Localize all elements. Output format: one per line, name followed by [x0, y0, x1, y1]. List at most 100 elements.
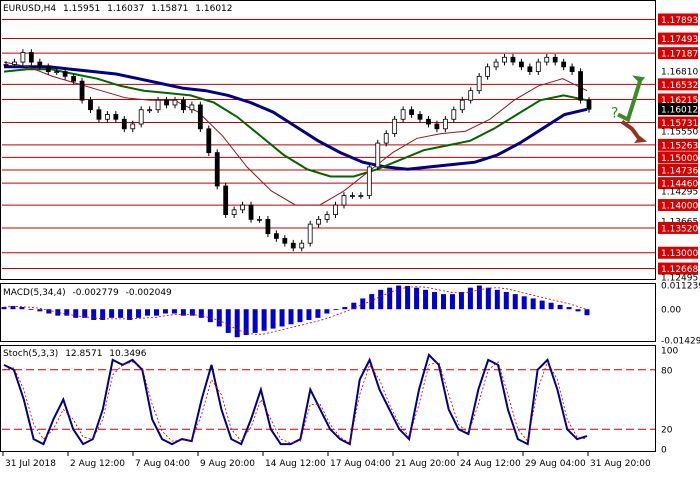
macd-bar: [369, 294, 375, 310]
candle-body: [88, 99, 93, 111]
candle-body: [434, 123, 440, 130]
macd-bar: [503, 291, 509, 310]
macd-bar: [414, 287, 420, 310]
candle-body: [578, 71, 583, 101]
macd-bar: [279, 309, 285, 327]
candle-body: [147, 109, 153, 112]
price-tick-label: 1.13520: [661, 224, 698, 234]
macd-bar: [171, 309, 177, 314]
candle-body: [257, 218, 262, 221]
stoch-tick-label: 100: [661, 347, 678, 357]
time-tick-label: 24 Aug 12:00: [460, 459, 521, 469]
candle-body: [223, 185, 229, 216]
stoch-axis: 100 80 20 0: [661, 347, 678, 456]
macd-bar: [243, 309, 249, 336]
macd-bar: [476, 285, 482, 310]
candle-body: [37, 61, 43, 68]
macd-tick-label: -0.014291: [661, 337, 700, 347]
candle-body: [333, 204, 338, 216]
candle-body: [409, 109, 414, 115]
macd-bar: [252, 309, 258, 333]
candle-body: [375, 142, 381, 168]
macd-bar: [153, 309, 159, 316]
macd-bar: [342, 307, 348, 310]
candle-body: [535, 61, 541, 72]
macd-header: MACD(5,34,4) -0.002779 -0.002049: [3, 288, 172, 298]
candle-body: [400, 109, 406, 120]
candle-body: [586, 99, 592, 110]
candle-body: [366, 166, 372, 196]
forecast-question-mark: ?: [611, 106, 618, 122]
stoch-header: Stoch(5,3,3) 12.8571 10.3496: [3, 349, 147, 359]
candle-body: [62, 71, 68, 77]
candle-body: [45, 66, 51, 72]
candle-body: [181, 99, 186, 111]
macd-bar: [216, 309, 222, 327]
macd-bar: [297, 309, 303, 323]
macd-axis: 0.011239 0.00 -0.014291: [661, 282, 700, 347]
macd-bar: [270, 309, 276, 329]
candle-body: [20, 52, 26, 63]
macd-bar: [449, 294, 455, 310]
candle-body: [71, 75, 76, 82]
macd-bar: [351, 302, 357, 310]
macd-tick-label: 0.011239: [661, 282, 700, 292]
candle-body: [3, 64, 9, 66]
candle-body: [206, 128, 212, 154]
macd-bar: [261, 309, 267, 331]
candle-body: [358, 195, 364, 197]
macd-bar: [485, 287, 491, 310]
candle-body: [552, 56, 558, 63]
macd-bar: [109, 309, 115, 318]
candle-body: [189, 104, 195, 111]
macd-bar: [315, 309, 321, 318]
macd-bar: [423, 289, 429, 310]
candle-body: [561, 61, 567, 68]
macd-bar: [46, 309, 52, 314]
candle-body: [197, 104, 203, 130]
candle-body: [28, 52, 34, 63]
candle-body: [121, 118, 127, 130]
macd-bar: [73, 309, 79, 318]
macd-bar: [440, 294, 446, 310]
macd-bar: [234, 309, 240, 338]
time-tick-label: 31 Jul 2018: [5, 459, 56, 469]
candle-body: [510, 56, 516, 63]
candle-body: [273, 233, 279, 239]
price-tick-label: 1.15550: [661, 128, 698, 138]
macd-bar: [387, 287, 393, 310]
price-tick-label: 1.14736: [661, 166, 698, 176]
macd-bar: [494, 289, 500, 310]
macd-bar: [548, 302, 554, 310]
macd-bar: [288, 309, 294, 325]
macd-bar: [118, 309, 124, 318]
macd-bar: [530, 298, 536, 310]
chart-svg: 1.178931.174931.171871.168101.165321.162…: [0, 0, 700, 469]
candle-body: [451, 109, 457, 120]
time-tick-label: 31 Aug 20:00: [590, 459, 651, 469]
macd-bar: [19, 307, 25, 310]
time-tick-label: 21 Aug 20:00: [395, 459, 456, 469]
price-tick-label: 1.14000: [661, 202, 698, 212]
candle-body: [231, 209, 237, 216]
macd-bar: [136, 309, 142, 318]
candle-body: [468, 90, 474, 101]
macd-bar: [575, 309, 581, 312]
price-tick-label: 1.16532: [661, 81, 698, 91]
macd-bar: [360, 298, 366, 310]
time-tick-label: 2 Aug 12:00: [70, 459, 125, 469]
candle-body: [12, 61, 17, 65]
macd-bar: [225, 309, 231, 333]
candle-body: [341, 195, 347, 206]
candle-body: [493, 61, 499, 68]
macd-bar: [432, 291, 438, 310]
macd-bar: [557, 304, 563, 310]
candle-body: [569, 66, 575, 72]
macd-bar: [584, 309, 590, 316]
time-tick-label: 7 Aug 04:00: [135, 459, 190, 469]
macd-bar: [405, 285, 411, 310]
candle-body: [282, 238, 288, 244]
macd-bar: [458, 291, 464, 310]
macd-bar: [333, 309, 339, 311]
macd-bar: [566, 307, 572, 310]
